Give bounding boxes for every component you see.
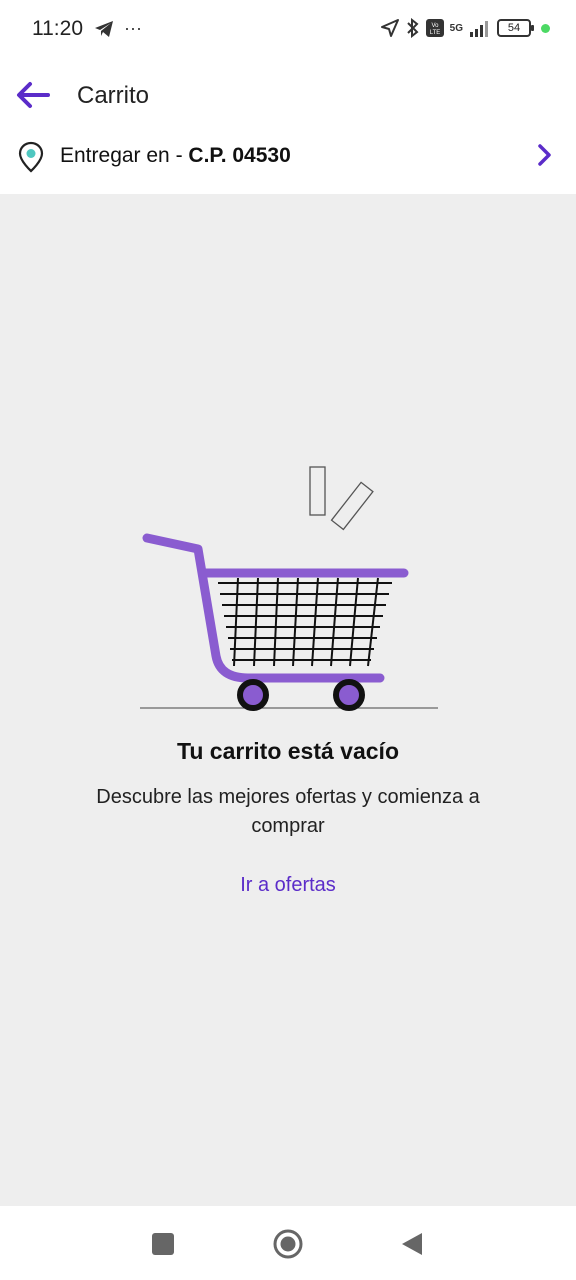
delivery-prefix: Entregar en - bbox=[60, 144, 189, 167]
bluetooth-icon bbox=[406, 18, 419, 38]
delivery-address-row[interactable]: Entregar en - C.P. 04530 bbox=[0, 130, 576, 194]
empty-cart-subtitle: Descubre las mejores ofertas y comienza … bbox=[96, 786, 480, 837]
signal-icon bbox=[470, 21, 488, 37]
system-nav-bar bbox=[0, 1206, 576, 1280]
chevron-right-icon[interactable] bbox=[534, 142, 554, 168]
location-arrow-icon bbox=[380, 19, 399, 37]
arrow-left-icon[interactable] bbox=[14, 78, 52, 112]
back-button[interactable] bbox=[400, 1231, 424, 1257]
network-type: 5G bbox=[449, 22, 463, 34]
privacy-dot-icon bbox=[541, 23, 550, 33]
battery-icon: 54 bbox=[497, 19, 534, 37]
telegram-icon bbox=[95, 20, 113, 37]
delivery-label: Entregar en - C.P. 04530 bbox=[60, 144, 291, 168]
svg-text:LTE: LTE bbox=[429, 30, 440, 36]
go-to-offers-link[interactable]: Ir a ofertas bbox=[0, 874, 576, 897]
page-title: Carrito bbox=[77, 82, 150, 109]
volte-icon: Vo LTE bbox=[425, 19, 444, 37]
status-more-icon: ··· bbox=[124, 18, 142, 38]
status-bar: 11:20 ··· Vo LTE 5G 54 bbox=[0, 0, 576, 62]
shopping-cart-illustration bbox=[140, 466, 438, 711]
status-left-icons: ··· bbox=[94, 18, 142, 39]
recents-button[interactable] bbox=[152, 1233, 174, 1255]
delivery-postal-code: C.P. 04530 bbox=[188, 144, 291, 167]
status-right-icons: Vo LTE 5G 54 bbox=[380, 18, 550, 38]
app-bar: Carrito bbox=[0, 62, 576, 130]
home-button[interactable] bbox=[272, 1228, 304, 1260]
empty-cart-title: Tu carrito está vacío bbox=[177, 738, 399, 764]
svg-text:Vo: Vo bbox=[431, 23, 439, 29]
location-pin-icon bbox=[18, 141, 44, 173]
status-time: 11:20 bbox=[32, 17, 83, 40]
